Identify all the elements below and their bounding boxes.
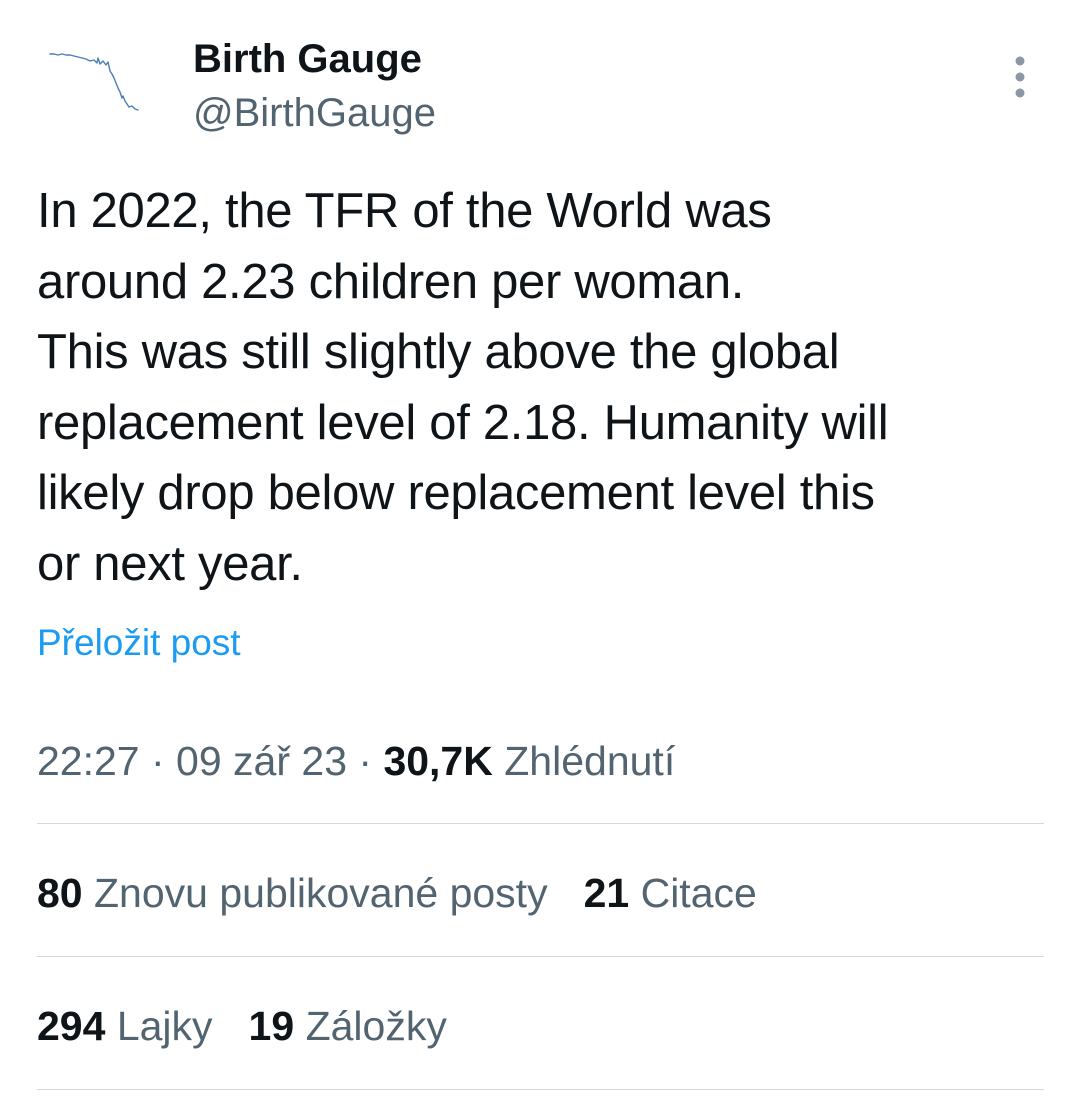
likes-stat[interactable]: 294 Lajky <box>37 1000 213 1052</box>
quotes-count: 21 <box>583 870 630 916</box>
reposts-count: 80 <box>37 870 83 916</box>
divider <box>37 1089 1044 1090</box>
quotes-label: Citace <box>640 870 757 916</box>
stats-row-likes-bookmarks: 294 Lajky 19 Záložky <box>37 1000 447 1052</box>
translate-post-link[interactable]: Přeložit post <box>37 620 241 666</box>
likes-count: 294 <box>37 1003 106 1049</box>
bookmarks-stat[interactable]: 19 Záložky <box>249 1000 447 1052</box>
tweet-text: In 2022, the TFR of the World was around… <box>37 184 889 591</box>
reposts-stat[interactable]: 80 Znovu publikované posty <box>37 867 548 919</box>
more-options-button[interactable] <box>1000 52 1040 102</box>
views-label: Zhlédnutí <box>504 738 676 784</box>
author-name[interactable]: Birth Gauge <box>193 34 422 84</box>
author-handle[interactable]: @BirthGauge <box>193 88 436 138</box>
avatar[interactable] <box>40 34 152 146</box>
tweet-header: Birth Gauge @BirthGauge <box>0 0 1080 150</box>
bookmarks-count: 19 <box>248 1003 295 1049</box>
divider <box>37 956 1044 957</box>
divider <box>37 823 1044 824</box>
reposts-label: Znovu publikované posty <box>94 870 548 916</box>
meta-separator: · <box>139 738 177 784</box>
likes-label: Lajky <box>116 1003 213 1049</box>
tweet-date[interactable]: 09 zář 23 <box>176 738 347 784</box>
bookmarks-label: Záložky <box>305 1003 447 1049</box>
more-vertical-icon <box>1015 56 1025 98</box>
tweet-time[interactable]: 22:27 <box>37 738 140 784</box>
tweet-meta: 22:27 · 09 zář 23 · 30,7K Zhlédnutí <box>37 735 675 787</box>
declining-line-chart-icon <box>49 53 139 111</box>
views-count: 30,7K <box>383 738 493 784</box>
stats-row-reposts-quotes: 80 Znovu publikované posty 21 Citace <box>37 867 757 919</box>
meta-separator: · <box>347 738 384 784</box>
quotes-stat[interactable]: 21 Citace <box>584 867 757 919</box>
